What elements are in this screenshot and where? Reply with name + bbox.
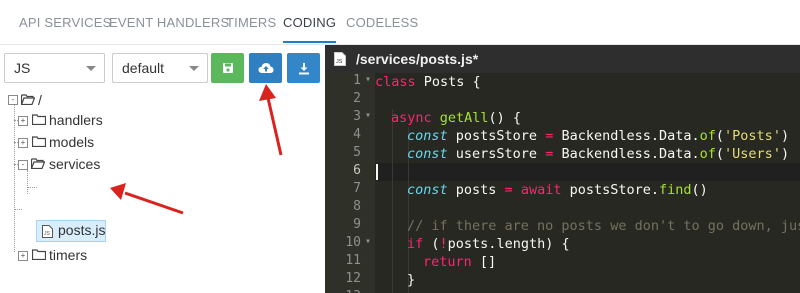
code-area[interactable]: class Posts { async getAll() { const pos… [375,73,800,293]
tree-file-label: posts.js [58,222,106,238]
profile-select-value: default [122,60,165,76]
tree-folder-label: services [49,156,101,172]
top-tab-bar: API SERVICES EVENT HANDLERS TIMERS CODIN… [0,0,800,45]
line-number: 3 [353,109,361,124]
folder-icon [32,114,46,125]
collapse-toggle[interactable]: - [18,160,28,170]
line-number-gutter: 1 ▾ 2 3 ▾ 4 5 6 7 8 9 10 ▾ 11 12 13 [325,73,375,293]
line-number: 2 [353,91,361,106]
line-number: 5 [353,145,361,160]
js-file-icon: JS [334,52,346,66]
file-browser-panel: JS default - / + handlers + models - ser… [0,45,325,293]
line-number: 12 [345,271,361,286]
tab-event-handlers[interactable]: EVENT HANDLERS [109,15,229,30]
save-button[interactable] [211,53,244,83]
download-button[interactable] [287,53,320,83]
tree-folder-handlers[interactable]: + handlers [18,110,128,130]
tree-folder-timers[interactable]: + timers [18,245,128,265]
code-line: const usersStore = Backendless.Data.of('… [407,146,790,162]
editor-header: JS /services/posts.js* [325,45,800,73]
expand-toggle[interactable]: + [18,116,28,126]
code-editor[interactable]: JS /services/posts.js* 1 ▾ 2 3 ▾ 4 5 6 7… [325,45,800,293]
tree-root[interactable]: - / [8,90,68,110]
collapse-toggle[interactable]: - [8,95,18,105]
folder-icon [32,249,46,260]
svg-text:JS: JS [44,231,51,237]
line-number: 8 [353,199,361,214]
deploy-button[interactable] [249,53,282,83]
code-line: class Posts { [375,74,481,90]
code-line: async getAll() { [391,110,522,126]
line-number: 7 [353,181,361,196]
code-line: return [] [423,254,497,270]
tab-timers[interactable]: TIMERS [226,15,276,30]
language-select[interactable]: JS [4,53,105,83]
file-tree: - / + handlers + models - services JS po… [0,90,325,293]
chevron-down-icon [86,66,96,71]
line-number: 13 [325,289,361,293]
expand-toggle[interactable]: + [18,251,28,261]
svg-text:JS: JS [336,59,343,65]
code-line: if (!posts.length) { [407,236,570,252]
text-cursor [376,164,378,180]
tree-folder-models[interactable]: + models [18,132,128,152]
code-line: } [407,272,416,288]
tab-api-services[interactable]: API SERVICES [19,15,111,30]
line-number: 10 [345,235,361,250]
download-icon [298,62,309,74]
fold-arrow-icon[interactable]: ▾ [365,110,371,121]
language-select-value: JS [14,60,31,76]
code-line: const posts = await postsStore.find() [407,182,708,198]
cloud-upload-icon [258,63,273,73]
line-number: 4 [353,127,361,142]
tree-root-label: / [38,92,42,108]
folder-open-icon [31,158,45,169]
folder-icon [32,136,46,147]
tree-folder-services[interactable]: - services [18,154,128,174]
profile-select[interactable]: default [112,53,208,83]
tab-codeless[interactable]: CODELESS [346,15,418,30]
line-number: 11 [345,253,361,268]
line-number: 6 [353,163,361,178]
tree-folder-label: models [49,134,95,150]
tree-folder-label: timers [49,247,88,263]
code-line: const postsStore = Backendless.Data.of('… [407,128,790,144]
fold-arrow-icon[interactable]: ▾ [365,236,371,247]
editor-file-title: /services/posts.js* [356,51,479,67]
fold-arrow-icon[interactable]: ▾ [365,74,371,85]
line-number: 9 [353,217,361,232]
folder-open-icon [21,94,35,105]
tab-coding[interactable]: CODING [283,15,337,43]
tree-file-posts-js[interactable]: JS posts.js [36,220,106,242]
code-comment: // if there are no posts we don't to go … [407,218,800,234]
js-file-icon: JS [42,225,53,238]
chevron-down-icon [189,66,199,71]
line-number: 1 [353,73,361,88]
tree-folder-label: handlers [49,112,103,128]
current-line-highlight [375,163,800,181]
expand-toggle[interactable]: + [18,138,28,148]
floppy-disk-icon [222,63,233,73]
